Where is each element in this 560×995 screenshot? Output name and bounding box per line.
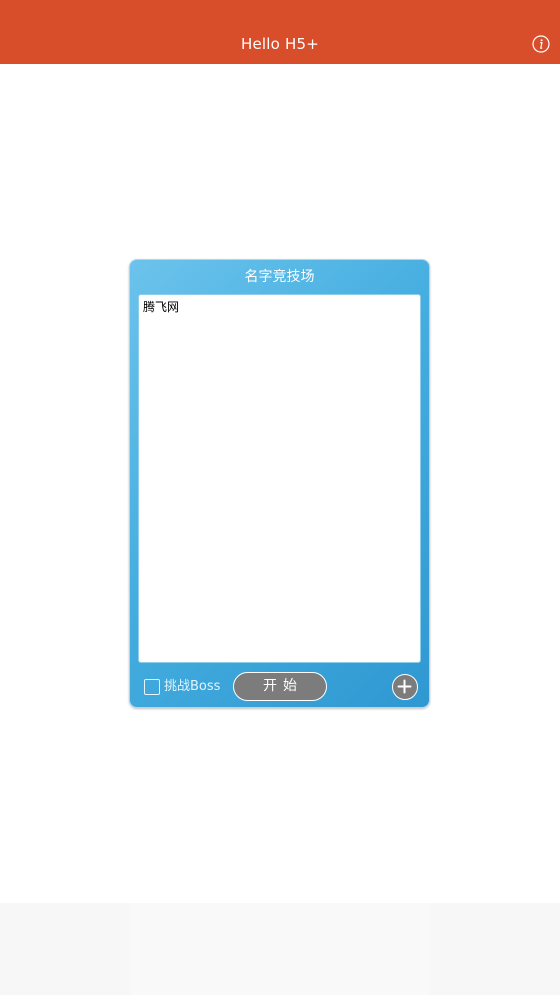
info-icon[interactable] <box>532 35 550 53</box>
footer-area <box>0 903 560 995</box>
card-title: 名字竞技场 <box>244 269 315 285</box>
card-controls: 挑战Boss 开始 <box>130 670 429 704</box>
boss-checkbox-label[interactable]: 挑战Boss <box>164 677 220 697</box>
app-header: Hello H5+ <box>0 0 560 64</box>
header-title: Hello H5+ <box>241 35 319 53</box>
footer-center <box>130 903 430 995</box>
add-button[interactable] <box>392 674 418 700</box>
page: Hello H5+ 名字竞技场 挑战Boss 开始 <box>0 0 560 995</box>
name-arena-card: 名字竞技场 挑战Boss 开始 <box>129 259 430 708</box>
names-textarea[interactable] <box>138 294 421 663</box>
plus-circle-icon <box>397 679 412 694</box>
boss-checkbox[interactable] <box>144 679 160 695</box>
start-button[interactable]: 开始 <box>233 672 327 701</box>
